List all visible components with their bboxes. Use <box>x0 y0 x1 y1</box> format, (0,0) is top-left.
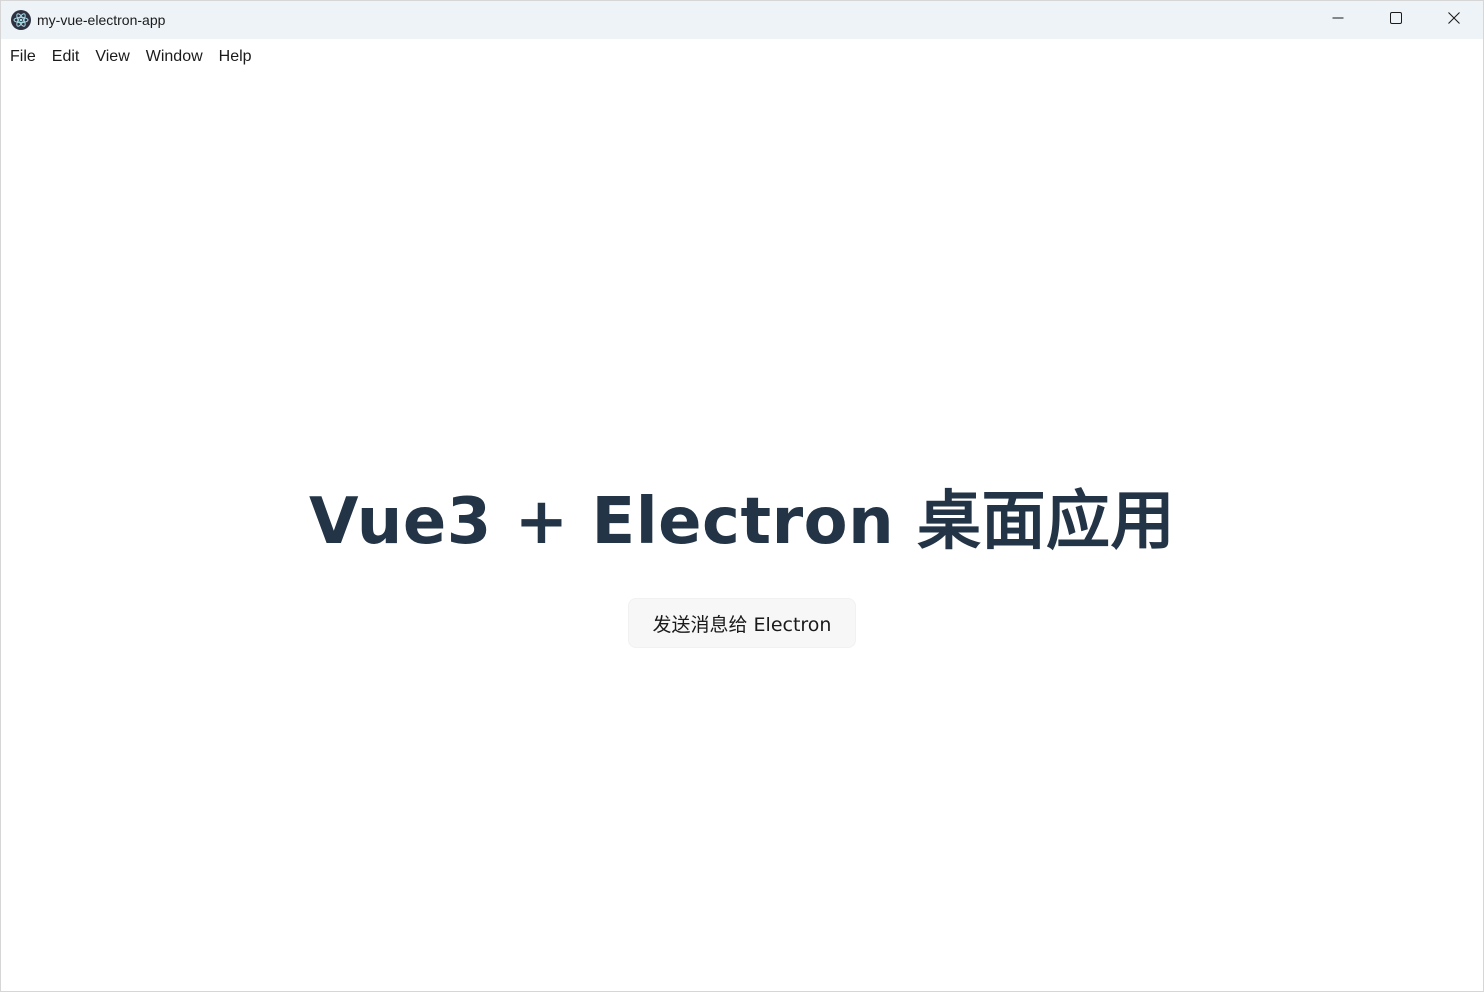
close-button[interactable] <box>1425 1 1483 39</box>
app-window: my-vue-electron-app File Edit View Windo… <box>0 0 1484 992</box>
page-title: Vue3 + Electron 桌面应用 <box>309 485 1175 559</box>
window-controls <box>1309 1 1483 39</box>
electron-logo-icon <box>11 10 31 30</box>
window-title: my-vue-electron-app <box>37 12 166 28</box>
send-message-button[interactable]: 发送消息给 Electron <box>627 598 857 648</box>
minimize-button[interactable] <box>1309 1 1367 39</box>
menu-bar: File Edit View Window Help <box>1 39 1483 74</box>
app-content: Vue3 + Electron 桌面应用 发送消息给 Electron <box>1 74 1483 992</box>
menu-view[interactable]: View <box>87 44 137 70</box>
menu-help[interactable]: Help <box>211 44 260 70</box>
minimize-icon <box>1332 11 1344 29</box>
title-bar[interactable]: my-vue-electron-app <box>1 1 1483 39</box>
menu-file[interactable]: File <box>2 44 44 70</box>
close-icon <box>1448 11 1460 29</box>
menu-window[interactable]: Window <box>138 44 211 70</box>
maximize-button[interactable] <box>1367 1 1425 39</box>
maximize-icon <box>1390 11 1402 29</box>
menu-edit[interactable]: Edit <box>44 44 88 70</box>
